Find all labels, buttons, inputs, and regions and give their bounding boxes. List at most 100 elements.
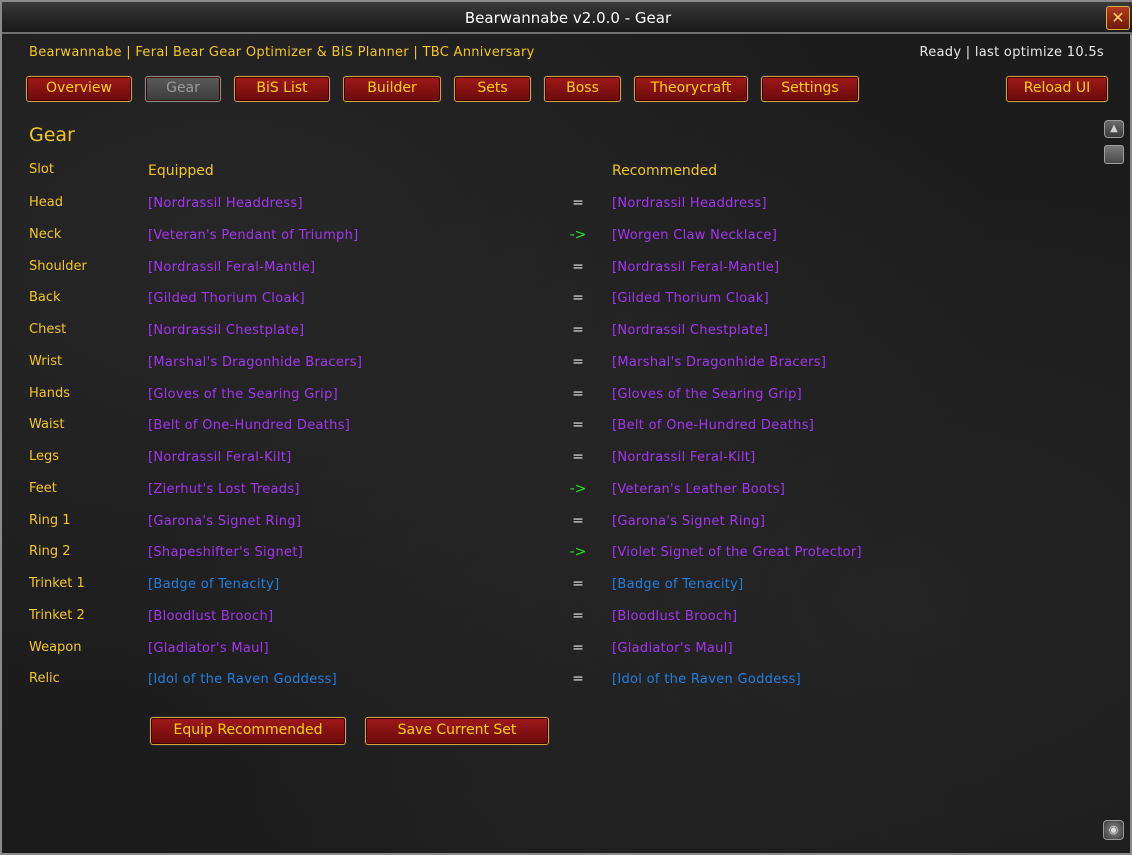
recommended-item-link[interactable]: [Nordrassil Feral-Mantle] — [612, 260, 779, 275]
close-icon: ✕ — [1111, 8, 1125, 27]
recommended-item-link[interactable]: [Gladiator's Maul] — [612, 641, 733, 656]
equipped-item-link[interactable]: [Nordrassil Headdress] — [148, 196, 303, 211]
slot-label: Ring 1 — [29, 513, 71, 528]
recommended-item-link[interactable]: [Belt of One-Hundred Deaths] — [612, 418, 814, 433]
gear-row: Relic [Idol of the Raven Goddess] = [Idol o… — [2, 671, 1132, 691]
equipped-item-link[interactable]: [Garona's Signet Ring] — [148, 514, 301, 529]
equipped-item-link[interactable]: [Gladiator's Maul] — [148, 641, 269, 656]
reload-ui-button[interactable]: Reload UI — [1006, 76, 1108, 102]
status-text: Ready | last optimize 10.5s — [919, 45, 1104, 60]
equipped-column-header: Equipped — [148, 163, 214, 179]
gear-row: Chest [Nordrassil Chestplate] = [Nordrassil… — [2, 322, 1132, 342]
equipped-item-link[interactable]: [Veteran's Pendant of Triumph] — [148, 228, 359, 243]
equipped-item-link[interactable]: [Nordrassil Chestplate] — [148, 323, 304, 338]
equipped-item-link[interactable]: [Gilded Thorium Cloak] — [148, 291, 305, 306]
resize-grip[interactable]: ◉ — [1103, 820, 1124, 840]
recommended-item-link[interactable]: [Violet Signet of the Great Protector] — [612, 545, 862, 560]
slot-label: Legs — [29, 449, 60, 464]
recommended-item-link[interactable]: [Garona's Signet Ring] — [612, 514, 765, 529]
slot-label: Back — [29, 290, 61, 305]
slot-label: Waist — [29, 417, 65, 432]
gear-row: Ring 2 [Shapeshifter's Signet] -> [Violet S… — [2, 544, 1132, 564]
scroll-up-button[interactable]: ▲ — [1104, 120, 1124, 138]
equal-sign: = — [572, 290, 584, 306]
equal-sign: = — [572, 354, 584, 370]
tab-theorycraft[interactable]: Theorycraft — [634, 76, 748, 102]
tab-overview[interactable]: Overview — [26, 76, 132, 102]
equal-sign: = — [572, 608, 584, 624]
slot-label: Ring 2 — [29, 544, 71, 559]
window-title: Bearwannabe v2.0.0 - Gear — [464, 9, 672, 27]
equipped-item-link[interactable]: [Shapeshifter's Signet] — [148, 545, 303, 560]
equipped-item-link[interactable]: [Nordrassil Feral-Kilt] — [148, 450, 292, 465]
title-bar[interactable]: Bearwannabe v2.0.0 - Gear ✕ — [2, 2, 1132, 34]
gear-row: Waist [Belt of One-Hundred Deaths] = [Belt … — [2, 417, 1132, 437]
save-current-set-button[interactable]: Save Current Set — [365, 717, 549, 745]
slot-label: Head — [29, 195, 63, 210]
equip-recommended-button[interactable]: Equip Recommended — [150, 717, 346, 745]
recommended-item-link[interactable]: [Veteran's Leather Boots] — [612, 482, 785, 497]
recommended-item-link[interactable]: [Gilded Thorium Cloak] — [612, 291, 769, 306]
equal-sign: = — [572, 386, 584, 402]
tab-builder[interactable]: Builder — [343, 76, 441, 102]
tab-sets[interactable]: Sets — [454, 76, 531, 102]
equal-sign: = — [572, 322, 584, 338]
close-button[interactable]: ✕ — [1106, 6, 1130, 30]
gear-row: Hands [Gloves of the Searing Grip] = [Glove… — [2, 386, 1132, 406]
recommended-item-link[interactable]: [Badge of Tenacity] — [612, 577, 744, 592]
equal-sign: = — [572, 195, 584, 211]
equal-sign: = — [572, 576, 584, 592]
gear-row: Back [Gilded Thorium Cloak] = [Gilded Thori… — [2, 290, 1132, 310]
tab-bis-list[interactable]: BiS List — [234, 76, 330, 102]
tab-gear[interactable]: Gear — [145, 76, 221, 102]
slot-label: Trinket 1 — [29, 576, 85, 591]
recommended-item-link[interactable]: [Worgen Claw Necklace] — [612, 228, 777, 243]
slot-label: Shoulder — [29, 259, 87, 274]
recommended-item-link[interactable]: [Gloves of the Searing Grip] — [612, 387, 802, 402]
equipped-item-link[interactable]: [Gloves of the Searing Grip] — [148, 387, 338, 402]
addon-window: Bearwannabe v2.0.0 - Gear ✕ Bearwannabe … — [0, 0, 1132, 855]
recommended-item-link[interactable]: [Marshal's Dragonhide Bracers] — [612, 355, 826, 370]
tab-settings[interactable]: Settings — [761, 76, 859, 102]
equal-sign: = — [572, 640, 584, 656]
gear-row: Wrist [Marshal's Dragonhide Bracers] = [Mar… — [2, 354, 1132, 374]
recommended-item-link[interactable]: [Bloodlust Brooch] — [612, 609, 737, 624]
recommended-item-link[interactable]: [Nordrassil Feral-Kilt] — [612, 450, 756, 465]
equipped-item-link[interactable]: [Belt of One-Hundred Deaths] — [148, 418, 350, 433]
upgrade-arrow: -> — [569, 227, 587, 243]
tab-boss[interactable]: Boss — [544, 76, 621, 102]
equal-sign: = — [572, 513, 584, 529]
equipped-item-link[interactable]: [Badge of Tenacity] — [148, 577, 280, 592]
slot-label: Neck — [29, 227, 62, 242]
upgrade-arrow: -> — [569, 481, 587, 497]
recommended-item-link[interactable]: [Nordrassil Headdress] — [612, 196, 767, 211]
equipped-item-link[interactable]: [Marshal's Dragonhide Bracers] — [148, 355, 362, 370]
equipped-item-link[interactable]: [Idol of the Raven Goddess] — [148, 672, 337, 687]
equal-sign: = — [572, 671, 584, 687]
equipped-item-link[interactable]: [Zierhut's Lost Treads] — [148, 482, 300, 497]
equipped-item-link[interactable]: [Nordrassil Feral-Mantle] — [148, 260, 315, 275]
equal-sign: = — [572, 449, 584, 465]
slot-label: Feet — [29, 481, 57, 496]
gear-row: Weapon [Gladiator's Maul] = [Gladiator's Ma… — [2, 640, 1132, 660]
upgrade-arrow: -> — [569, 544, 587, 560]
gear-row: Head [Nordrassil Headdress] = [Nordrassil H… — [2, 195, 1132, 215]
gear-row: Trinket 1 [Badge of Tenacity] = [Badge of T… — [2, 576, 1132, 596]
section-title: Gear — [29, 124, 75, 146]
recommended-column-header: Recommended — [612, 163, 718, 179]
recommended-item-link[interactable]: [Idol of the Raven Goddess] — [612, 672, 801, 687]
slot-column-header: Slot — [29, 162, 54, 177]
recommended-item-link[interactable]: [Nordrassil Chestplate] — [612, 323, 768, 338]
scrollbar-thumb[interactable] — [1104, 145, 1124, 164]
gear-row: Ring 1 [Garona's Signet Ring] = [Garona's S… — [2, 513, 1132, 533]
resize-grip-icon: ◉ — [1108, 823, 1119, 836]
slot-label: Chest — [29, 322, 67, 337]
slot-label: Weapon — [29, 640, 82, 655]
slot-label: Trinket 2 — [29, 608, 85, 623]
slot-label: Hands — [29, 386, 71, 401]
equipped-item-link[interactable]: [Bloodlust Brooch] — [148, 609, 273, 624]
equal-sign: = — [572, 417, 584, 433]
scroll-up-icon: ▲ — [1110, 123, 1118, 134]
addon-subtitle: Bearwannabe | Feral Bear Gear Optimizer … — [29, 45, 535, 60]
gear-row: Shoulder [Nordrassil Feral-Mantle] = [Nordr… — [2, 259, 1132, 279]
